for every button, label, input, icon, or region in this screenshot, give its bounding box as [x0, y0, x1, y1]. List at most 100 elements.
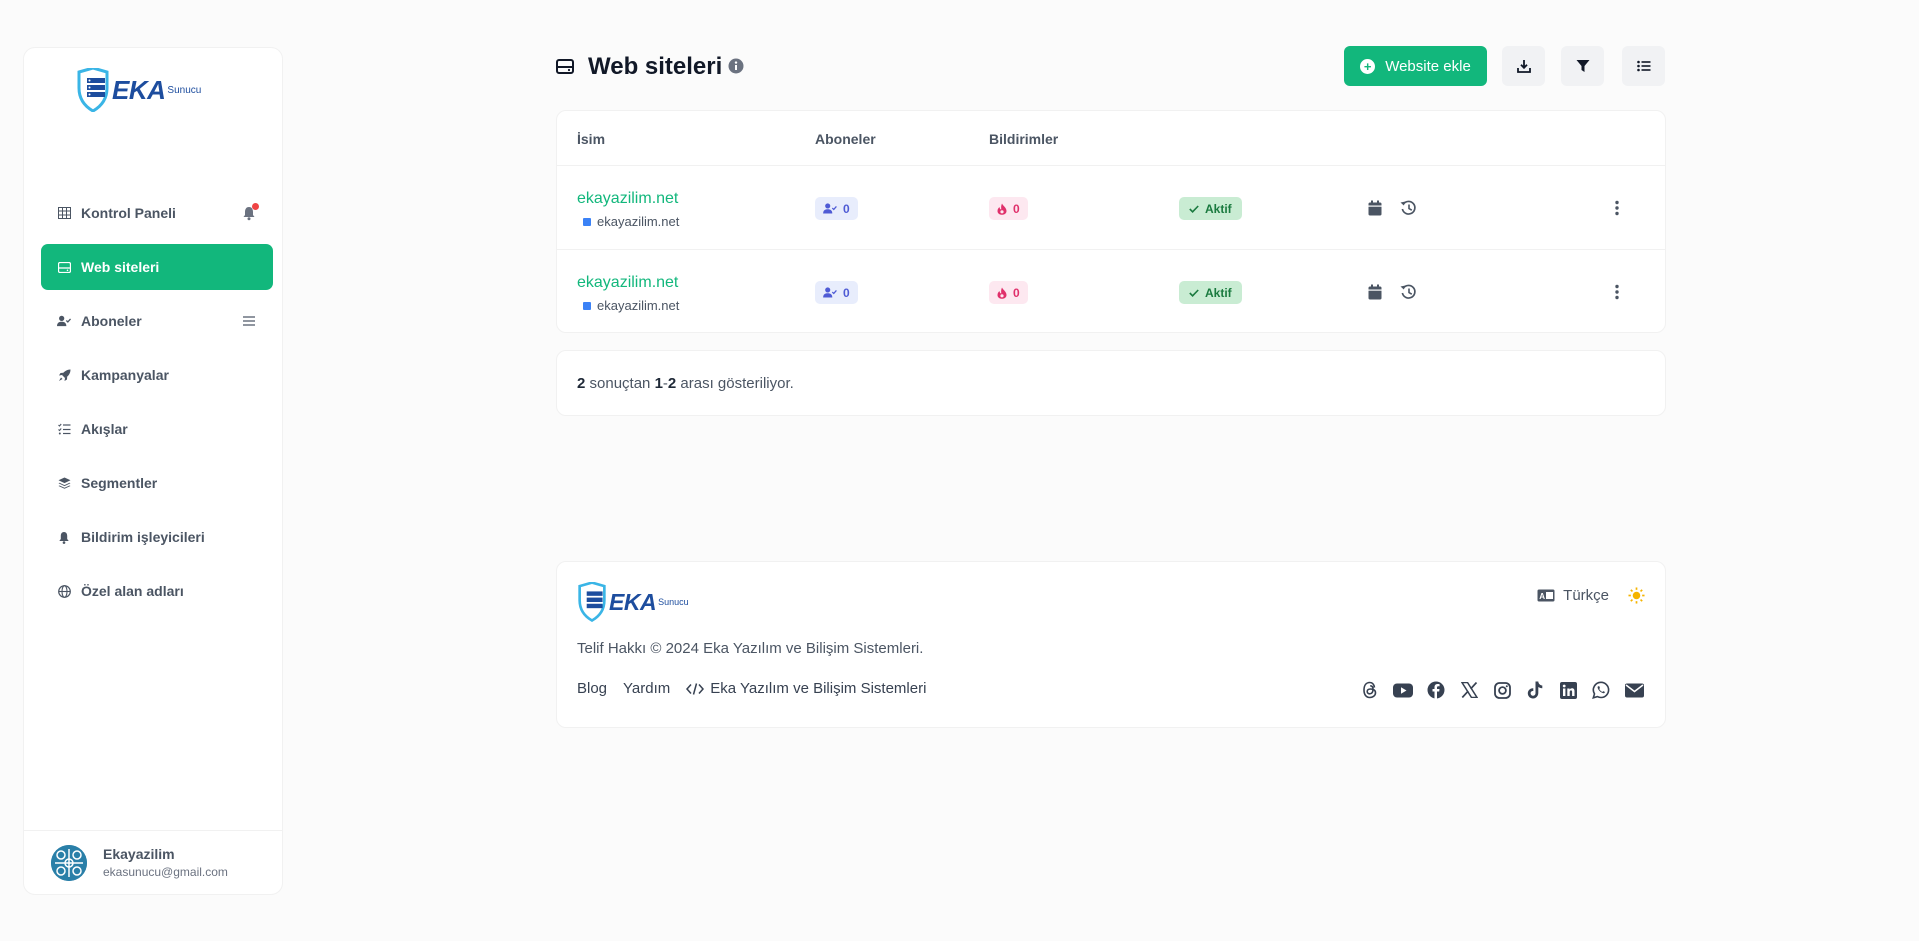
- website-domain-text: ekayazilim.net: [597, 214, 680, 229]
- column-header-notifications: Bildirimler: [989, 131, 1059, 147]
- history-icon[interactable]: [1400, 200, 1417, 216]
- subscribers-count: 0: [843, 201, 850, 216]
- table-row: ekayazilim.net ekayazilim.net 0 0 Aktif: [557, 249, 1665, 333]
- brand-logo[interactable]: EKA Sunucu: [76, 68, 201, 112]
- status-badge: Aktif: [1179, 197, 1242, 220]
- shield-logo-icon: [578, 582, 606, 622]
- footer-link-company[interactable]: Eka Yazılım ve Bilişim Sistemleri: [686, 680, 942, 697]
- footer: EKA Sunucu Telif Hakkı © 2024 Eka Yazılı…: [556, 561, 1666, 728]
- footer-logo[interactable]: EKA Sunucu: [577, 582, 689, 622]
- info-icon[interactable]: [728, 58, 744, 74]
- add-website-button[interactable]: + Website ekle: [1344, 46, 1487, 86]
- more-options-icon[interactable]: [1609, 198, 1625, 218]
- language-selector[interactable]: A Türkçe: [1537, 587, 1609, 604]
- sidebar-item-label: Kampanyalar: [81, 367, 169, 383]
- server-icon: [57, 260, 71, 274]
- footer-link-company-label: Eka Yazılım ve Bilişim Sistemleri: [710, 680, 927, 697]
- footer-links: Blog Yardım Eka Yazılım ve Bilişim Siste…: [577, 680, 958, 697]
- website-link[interactable]: ekayazilim.net: [577, 274, 678, 292]
- instagram-icon[interactable]: [1491, 680, 1513, 700]
- sidebar-item-label: Web siteleri: [81, 259, 160, 275]
- footer-link-blog[interactable]: Blog: [577, 680, 607, 697]
- check-icon: [1189, 288, 1199, 297]
- sidebar-item-aboneler[interactable]: Aboneler: [41, 298, 273, 344]
- brand-sub: Sunucu: [658, 597, 689, 607]
- status-text: Aktif: [1205, 201, 1232, 216]
- layers-icon: [57, 476, 71, 490]
- range-start: 1: [654, 375, 663, 392]
- bell-icon: [57, 530, 71, 544]
- sidebar-item-web-siteleri[interactable]: Web siteleri: [41, 244, 273, 290]
- globe-icon: [57, 584, 71, 598]
- sidebar: EKA Sunucu Kontrol Paneli Web siteleri A…: [23, 47, 283, 895]
- sidebar-item-bildirim-isleyicileri[interactable]: Bildirim işleyicileri: [41, 514, 273, 560]
- copyright-text: Telif Hakkı © 2024 Eka Yazılım ve Bilişi…: [577, 640, 924, 657]
- sidebar-item-ozel-alan-adlari[interactable]: Özel alan adları: [41, 568, 273, 614]
- notifications-count: 0: [1013, 285, 1020, 300]
- add-website-label: Website ekle: [1385, 57, 1471, 75]
- filter-icon: [1576, 60, 1589, 72]
- list-icon: [1636, 60, 1650, 72]
- sidebar-item-label: Bildirim işleyicileri: [81, 529, 205, 545]
- user-check-icon: [823, 203, 837, 214]
- history-icon[interactable]: [1400, 284, 1417, 300]
- column-header-subscribers: Aboneler: [815, 131, 876, 147]
- page-title: Web siteleri: [588, 53, 723, 80]
- sidebar-nav: Kontrol Paneli Web siteleri Aboneler Kam…: [41, 190, 273, 622]
- calendar-icon[interactable]: [1368, 284, 1382, 300]
- user-check-icon: [57, 314, 71, 328]
- plus-circle-icon: +: [1360, 58, 1376, 74]
- calendar-icon[interactable]: [1368, 200, 1382, 216]
- brand-word: EKA: [609, 588, 657, 615]
- menu-lines-icon[interactable]: [241, 313, 257, 329]
- website-domain: ekayazilim.net: [583, 298, 679, 313]
- shield-logo-icon: [77, 68, 109, 112]
- sidebar-item-label: Akışlar: [81, 421, 128, 437]
- sidebar-item-akislar[interactable]: Akışlar: [41, 406, 273, 452]
- avatar: [51, 844, 87, 881]
- website-link[interactable]: ekayazilim.net: [577, 190, 678, 208]
- brand-sub: Sunucu: [167, 84, 202, 96]
- list-check-icon: [57, 422, 71, 436]
- linkedin-icon[interactable]: [1557, 680, 1579, 700]
- user-email: ekasunucu@gmail.com: [103, 865, 228, 879]
- favicon-icon: [583, 217, 591, 226]
- more-options-icon[interactable]: [1609, 282, 1625, 302]
- subscribers-badge: 0: [815, 281, 858, 304]
- facebook-icon[interactable]: [1425, 680, 1447, 700]
- range-end: 2: [667, 375, 677, 392]
- whatsapp-icon[interactable]: [1590, 680, 1612, 700]
- server-icon: [556, 59, 574, 74]
- footer-link-help[interactable]: Yardım: [623, 680, 670, 697]
- fire-icon: [997, 203, 1007, 215]
- sidebar-item-label: Segmentler: [81, 475, 158, 491]
- download-icon: [1516, 60, 1531, 73]
- sidebar-item-kontrol-paneli[interactable]: Kontrol Paneli: [41, 190, 273, 236]
- tiktok-icon[interactable]: [1524, 680, 1546, 700]
- user-profile[interactable]: Ekayazilim ekasunucu@gmail.com: [24, 830, 282, 894]
- pagination-info: 2 sonuçtan 1-2 arası gösteriliyor.: [556, 350, 1666, 416]
- sun-icon[interactable]: [1628, 587, 1645, 604]
- language-icon: A: [1537, 589, 1555, 602]
- status-text: Aktif: [1205, 285, 1232, 300]
- envelope-icon[interactable]: [1623, 680, 1645, 700]
- x-twitter-icon[interactable]: [1458, 680, 1480, 700]
- filter-button[interactable]: [1561, 46, 1604, 86]
- favicon-icon: [583, 301, 591, 310]
- download-button[interactable]: [1502, 46, 1545, 86]
- page-header: Web siteleri + Website ekle: [556, 46, 1666, 86]
- results-summary: 2 sonuçtan 1-2 arası gösteriliyor.: [577, 375, 794, 392]
- code-icon: [686, 682, 705, 695]
- sidebar-item-kampanyalar[interactable]: Kampanyalar: [41, 352, 273, 398]
- social-links: [1348, 680, 1645, 700]
- sidebar-item-segmentler[interactable]: Segmentler: [41, 460, 273, 506]
- youtube-icon[interactable]: [1392, 680, 1414, 700]
- sidebar-item-label: Özel alan adları: [81, 583, 184, 599]
- subscribers-badge: 0: [815, 197, 858, 220]
- status-badge: Aktif: [1179, 281, 1242, 304]
- notifications-badge: 0: [989, 197, 1028, 220]
- notification-dot: [252, 203, 259, 210]
- threads-icon[interactable]: [1359, 680, 1381, 700]
- list-view-button[interactable]: [1622, 46, 1665, 86]
- column-header-name: İsim: [577, 131, 606, 147]
